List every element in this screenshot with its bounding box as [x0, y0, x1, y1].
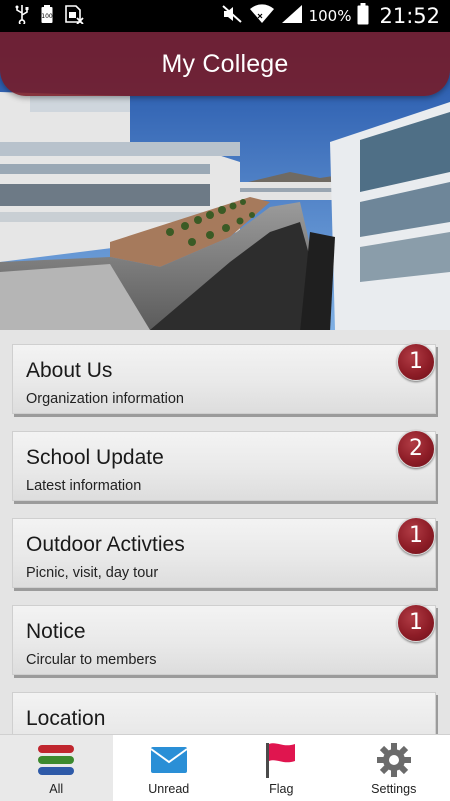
count-badge: 1 — [397, 604, 435, 642]
item-subtitle: Organization information — [26, 391, 184, 407]
mute-icon — [221, 4, 243, 28]
item-title: Location — [26, 707, 105, 731]
envelope-icon — [150, 741, 188, 779]
list-item-location[interactable]: Location — [12, 692, 436, 734]
app-header: My College — [0, 32, 450, 96]
list-item-about-us[interactable]: About Us Organization information 1 — [12, 344, 436, 414]
flag-icon — [263, 741, 299, 779]
tab-flag[interactable]: Flag — [225, 735, 338, 801]
battery-saver-icon: 100 — [40, 4, 54, 28]
item-subtitle: Circular to members — [26, 652, 157, 668]
status-bar: 100 100% 21:52 — [0, 0, 450, 32]
clock: 21:52 — [379, 4, 440, 28]
count-badge: 2 — [397, 430, 435, 468]
tab-all[interactable]: All — [0, 735, 113, 801]
item-subtitle: Latest information — [26, 478, 141, 494]
sim-icon — [64, 4, 84, 28]
wifi-icon — [249, 4, 275, 28]
item-title: Outdoor Activties — [26, 533, 185, 557]
svg-text:100: 100 — [41, 13, 53, 20]
item-title: About Us — [26, 359, 112, 383]
menu-list: About Us Organization information 1 Scho… — [0, 330, 450, 734]
count-badge: 1 — [397, 517, 435, 555]
tab-settings[interactable]: Settings — [338, 735, 450, 801]
item-subtitle: Picnic, visit, day tour — [26, 565, 158, 581]
signal-icon — [281, 4, 303, 28]
item-title: Notice — [26, 620, 86, 644]
tab-label: Settings — [371, 782, 416, 796]
tab-label: All — [49, 782, 63, 796]
count-badge: 1 — [397, 343, 435, 381]
tab-label: Unread — [148, 782, 189, 796]
list-item-notice[interactable]: Notice Circular to members 1 — [12, 605, 436, 675]
tab-unread[interactable]: Unread — [113, 735, 226, 801]
usb-icon — [14, 4, 30, 28]
battery-percent: 100% — [309, 7, 352, 25]
item-title: School Update — [26, 446, 164, 470]
bottom-navigation: All Unread Flag — [0, 734, 450, 801]
list-item-outdoor-activities[interactable]: Outdoor Activties Picnic, visit, day tou… — [12, 518, 436, 588]
list-item-school-update[interactable]: School Update Latest information 2 — [12, 431, 436, 501]
battery-icon — [357, 3, 369, 29]
gear-icon — [376, 741, 412, 779]
stack-icon — [37, 741, 75, 779]
tab-label: Flag — [269, 782, 293, 796]
page-title: My College — [161, 50, 288, 79]
